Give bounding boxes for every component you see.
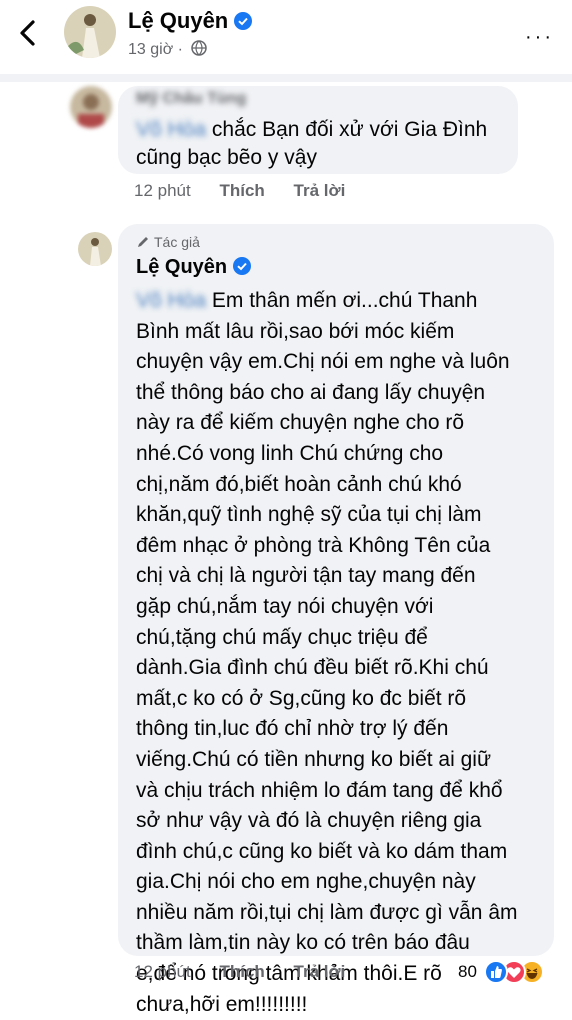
post-meta: 13 giờ ·: [128, 40, 208, 59]
more-options-button[interactable]: ···: [525, 26, 554, 49]
comment-time[interactable]: 12 phút: [134, 962, 191, 981]
globe-icon: [191, 40, 208, 56]
like-icon: [484, 960, 508, 984]
reply-button[interactable]: Trả lời: [294, 181, 346, 200]
comment-body: Em thân mến ơi...chú Thanh Bình mất lâu …: [136, 289, 518, 1016]
reaction-count: 80: [458, 962, 477, 981]
pencil-icon: [136, 235, 150, 249]
author-tag-label: Tác giả: [154, 234, 200, 250]
back-button[interactable]: [14, 18, 44, 48]
verified-badge-icon: [233, 257, 252, 275]
reply-button[interactable]: Trả lời: [294, 962, 346, 981]
comment-time[interactable]: 12 phút: [134, 181, 191, 200]
commenter-avatar[interactable]: [70, 86, 112, 128]
comment-actions: 12 phút Thích Trả lời: [134, 962, 369, 982]
comment-bubble[interactable]: Mỹ Châu Tùng Võ Hòa chắc Bạn đối xử với …: [118, 86, 518, 174]
comment-author[interactable]: Lệ Quyên: [136, 256, 252, 279]
chevron-left-icon: [20, 20, 35, 46]
page-title[interactable]: Lệ Quyên: [128, 8, 253, 34]
comment-author[interactable]: Mỹ Châu Tùng: [136, 90, 246, 108]
avatar[interactable]: [64, 6, 116, 58]
comment-text: Võ Hòa Em thân mến ơi...chú Thanh Bình m…: [136, 286, 552, 1020]
verified-badge-icon: [234, 10, 253, 30]
post-time[interactable]: 13 giờ: [128, 41, 173, 58]
author-avatar[interactable]: [78, 232, 112, 266]
like-button[interactable]: Thích: [219, 181, 264, 200]
author-name[interactable]: Lệ Quyên: [128, 8, 228, 33]
author-tag: Tác giả: [136, 234, 200, 250]
mention-tag[interactable]: Võ Hòa: [136, 289, 206, 312]
post-header: Lệ Quyên 13 giờ · ···: [0, 0, 572, 70]
comment-author-name[interactable]: Lệ Quyên: [136, 256, 227, 278]
comment-actions: 12 phút Thích Trả lời: [134, 181, 369, 201]
comment-text: Võ Hòa chắc Bạn đối xử với Gia Đình cũng…: [136, 116, 506, 172]
divider: [0, 74, 572, 82]
like-button[interactable]: Thích: [219, 962, 264, 981]
comment-bubble[interactable]: Tác giả Lệ Quyên Võ Hòa Em thân mến ơi..…: [118, 224, 554, 1016]
mention-tag[interactable]: Võ Hòa: [136, 118, 206, 141]
